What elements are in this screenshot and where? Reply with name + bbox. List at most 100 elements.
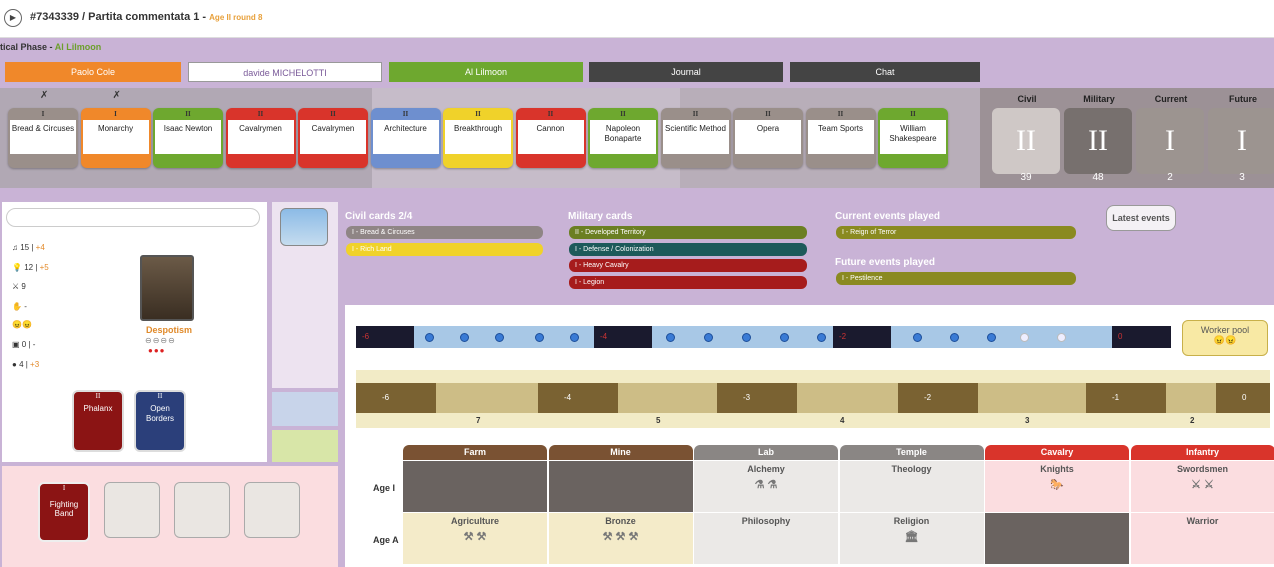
worker-bead: [950, 333, 959, 342]
pool-block: -6: [356, 326, 414, 348]
card-footer: [8, 154, 78, 168]
hand-card[interactable]: I - Bread & Circuses: [346, 226, 543, 239]
tactic-card[interactable]: II Phalanx: [72, 390, 124, 452]
hand-card[interactable]: I - Reign of Terror: [836, 226, 1076, 239]
tech-header-farm: Farm: [403, 445, 547, 460]
hand-card[interactable]: I - Rich Land: [346, 242, 543, 256]
card-name: Open Borders: [145, 404, 174, 423]
worker-pool[interactable]: Worker pool 😠😠: [1182, 320, 1268, 356]
game-title: #7343339 / Partita commentata 1 - Age II…: [30, 11, 263, 23]
tech-cell[interactable]: Alchemy ⚗ ⚗: [694, 461, 838, 512]
card-8[interactable]: II Napoleon Bonaparte: [588, 108, 658, 168]
card-3[interactable]: II Cavalrymen: [225, 108, 296, 168]
tab-3[interactable]: Journal: [589, 62, 783, 82]
deck-count: 39: [1020, 172, 1032, 183]
card-9[interactable]: II Scientific Method: [660, 108, 731, 168]
card-name: Cavalrymen: [300, 120, 366, 154]
food-block: -4: [538, 383, 618, 413]
deck-label: Future: [1229, 94, 1257, 104]
tab-2[interactable]: Al Lilmoon: [389, 62, 583, 82]
hand-card[interactable]: II - Developed Territory: [569, 226, 807, 239]
card-name: Cavalrymen: [227, 120, 294, 154]
food-cost: 5: [656, 416, 661, 425]
card-name: Isaac Newton: [155, 120, 221, 154]
tactic-card[interactable]: II Open Borders: [134, 390, 186, 452]
card-footer: [371, 154, 441, 168]
deck-civil[interactable]: II: [992, 108, 1060, 174]
search-input[interactable]: [6, 208, 260, 227]
fighting-band-card[interactable]: I Fighting Band: [38, 482, 90, 542]
tech-icon: ⚒ ⚒: [463, 531, 487, 543]
tech-header-cavalry: Cavalry: [985, 445, 1129, 460]
card-0[interactable]: I Bread & Circuses: [8, 108, 78, 168]
tech-cell[interactable]: Religion 🏛: [839, 513, 984, 564]
tech-name: Bronze: [605, 516, 636, 526]
card-1[interactable]: I Monarchy: [80, 108, 151, 168]
tech-cell[interactable]: Bronze ⚒ ⚒ ⚒: [548, 513, 693, 564]
worker-bank: [356, 326, 1171, 348]
play-icon[interactable]: ▶: [4, 9, 22, 27]
deck-count: 48: [1092, 172, 1104, 183]
food-cost: 3: [1025, 416, 1030, 425]
food-block: -2: [898, 383, 978, 413]
tech-cell[interactable]: Swordsmen ⚔ ⚔: [1130, 461, 1274, 512]
card-age: II: [257, 110, 264, 118]
card-footer: [153, 154, 223, 168]
tab-4[interactable]: Chat: [790, 62, 980, 82]
hand-card[interactable]: I - Pestilence: [836, 272, 1076, 285]
tactic-slot[interactable]: [104, 482, 160, 538]
tech-cell: [985, 513, 1129, 564]
deck-future[interactable]: I: [1208, 108, 1274, 174]
tech-name: Philosophy: [741, 516, 791, 526]
civil-actions-icon: ⊖⊖⊖⊖: [145, 336, 176, 345]
worker-bead: [987, 333, 996, 342]
card-2[interactable]: II Isaac Newton: [153, 108, 223, 168]
card-5[interactable]: II Architecture: [370, 108, 441, 168]
tech-cell[interactable]: Philosophy: [694, 513, 838, 564]
card-age: II: [157, 392, 163, 400]
tactic-slot[interactable]: [244, 482, 300, 538]
tech-header-mine: Mine: [548, 445, 693, 460]
deck-current[interactable]: I: [1136, 108, 1204, 174]
card-6[interactable]: II Breakthrough: [443, 108, 513, 168]
tech-cell[interactable]: Agriculture ⚒ ⚒: [403, 513, 547, 564]
tactic-slot[interactable]: [174, 482, 230, 538]
tech-cell[interactable]: Warrior: [1130, 513, 1274, 564]
card-footer: [516, 154, 586, 168]
card-10[interactable]: II Opera: [733, 108, 803, 168]
card-4[interactable]: II Cavalrymen: [298, 108, 368, 168]
card-age: II: [95, 392, 101, 400]
tech-icon: 🐎: [1050, 479, 1064, 491]
deck-military[interactable]: II: [1064, 108, 1132, 174]
tech-header-lab: Lab: [694, 445, 838, 460]
tab-1[interactable]: davide MICHELOTTI: [188, 62, 382, 82]
tech-cell[interactable]: Theology: [839, 461, 984, 512]
tab-0[interactable]: Paolo Cole: [5, 62, 181, 82]
tech-name: Warrior: [1186, 516, 1219, 526]
card-11[interactable]: II Team Sports: [805, 108, 876, 168]
card-7[interactable]: II Cannon: [515, 108, 586, 168]
deck-label: Current: [1154, 94, 1188, 104]
card-footer: [661, 154, 731, 168]
leader-portrait[interactable]: [140, 255, 194, 321]
hand-card[interactable]: I - Legion: [569, 275, 807, 289]
tech-cell[interactable]: Knights 🐎: [985, 461, 1129, 512]
card-age: I: [114, 110, 117, 118]
worker-bead: [817, 333, 826, 342]
food-block: -6: [356, 383, 436, 413]
pool-block: -2: [833, 326, 891, 348]
hand-card[interactable]: I - Heavy Cavalry: [569, 259, 807, 272]
card-name: Cannon: [517, 120, 584, 154]
latest-events-button[interactable]: Latest events: [1106, 205, 1176, 231]
worker-bead: [780, 333, 789, 342]
worker-bead: [1057, 333, 1066, 342]
card-name: Monarchy: [82, 120, 149, 154]
card-12[interactable]: II William Shakespeare: [878, 108, 948, 168]
phase-label: tical Phase - Al Lilmoon: [0, 42, 102, 52]
food-cost: 7: [476, 416, 481, 425]
worker-bead: [742, 333, 751, 342]
food-stat: ● 4 | +3: [12, 360, 40, 369]
hand-card[interactable]: I - Defense / Colonization: [569, 242, 807, 256]
wonder-icon[interactable]: [280, 208, 328, 246]
card-name: William Shakespeare: [880, 120, 946, 154]
